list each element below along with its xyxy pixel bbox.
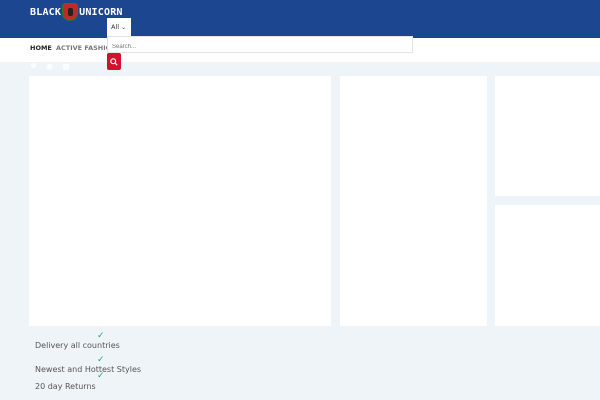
- feature-returns: 20 day Returns: [35, 382, 96, 391]
- category-select[interactable]: All ⌄: [107, 18, 131, 36]
- nav-item-home[interactable]: HOME: [30, 44, 52, 52]
- feature-delivery: Delivery all countries: [35, 341, 120, 350]
- search-button[interactable]: [107, 53, 121, 70]
- bag-icon[interactable]: ■: [62, 62, 70, 71]
- user-icon[interactable]: ●: [46, 62, 53, 71]
- logo-text-right: UNICORN: [79, 6, 123, 18]
- header: BLACK UNICORN: [0, 0, 600, 38]
- feature-styles: Newest and Hottest Styles: [35, 365, 142, 374]
- promo-banner-middle[interactable]: [340, 76, 487, 326]
- promo-banner-bottom-right[interactable]: [495, 205, 600, 326]
- chevron-down-icon: ⌄: [121, 24, 127, 31]
- check-icon: ✓: [97, 331, 105, 341]
- hero-banner[interactable]: [29, 76, 331, 326]
- search-icon: [110, 57, 118, 66]
- promo-banner-top-right[interactable]: [495, 76, 600, 196]
- logo-text-left: BLACK: [30, 6, 62, 18]
- heart-icon[interactable]: ♥: [30, 62, 37, 71]
- user-icons: ♥ ● ■: [30, 62, 70, 71]
- check-icon: ✓: [97, 355, 105, 365]
- category-value: All: [111, 23, 120, 31]
- unicorn-shield-icon: [62, 3, 79, 21]
- check-icon: ✓: [97, 371, 105, 381]
- search-input[interactable]: [107, 36, 413, 53]
